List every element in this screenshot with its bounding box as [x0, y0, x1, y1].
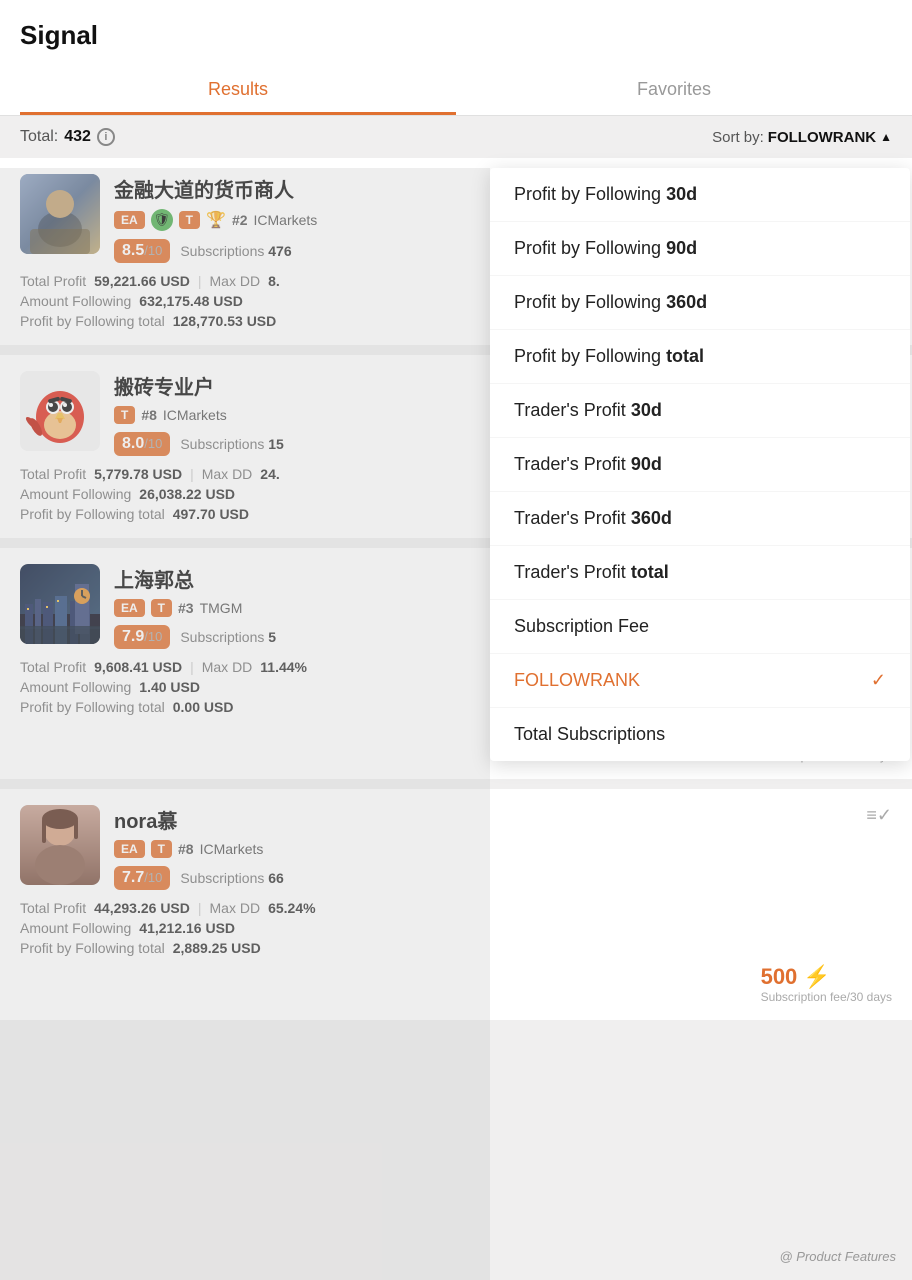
sort-dropdown: Profit by Following 30d Profit by Follow… [490, 168, 910, 761]
card-4-stat-pf: Profit by Following total 2,889.25 USD [20, 940, 892, 956]
price-amount-4: 500 ⚡ [761, 964, 892, 990]
total-display: Total: 432 i [20, 128, 115, 146]
badge-broker-3: TMGM [200, 600, 243, 616]
card-4-subscriptions: Subscriptions 66 [180, 870, 284, 886]
dropdown-profit-30d[interactable]: Profit by Following 30d [490, 168, 910, 222]
app-title: Signal [20, 20, 892, 67]
sort-label: Sort by: [712, 129, 764, 146]
watermark: @ Product Features [779, 1249, 896, 1264]
card-4-stat-following: Amount Following 41,212.16 USD [20, 920, 892, 936]
dropdown-trader-90d[interactable]: Trader's Profit 90d [490, 438, 910, 492]
card-1-subscriptions: Subscriptions 476 [180, 243, 291, 259]
badge-ea: EA [114, 211, 145, 229]
tab-bar: Results Favorites [20, 67, 892, 115]
card-3-score: 7.9/10 [114, 625, 170, 649]
dropdown-total-subscriptions[interactable]: Total Subscriptions [490, 708, 910, 761]
card-4-score-row: 7.7/10 Subscriptions 66 [114, 866, 892, 890]
sort-arrow-icon: ▲ [880, 130, 892, 144]
badge-ea-4: EA [114, 840, 145, 858]
dropdown-followrank[interactable]: FOLLOWRANK ✓ [490, 654, 910, 708]
badge-shield: 🛡 [151, 209, 173, 231]
tab-favorites[interactable]: Favorites [456, 67, 892, 115]
dropdown-profit-total[interactable]: Profit by Following total [490, 330, 910, 384]
card-4-header: nora慕 EA T #8 ICMarkets 7.7/10 Subscript… [20, 805, 892, 890]
badge-rank-4: #8 [178, 841, 194, 857]
card-3-avatar [20, 564, 100, 644]
total-count: 432 [64, 128, 91, 146]
card-3-subscriptions: Subscriptions 5 [180, 629, 276, 645]
tab-results[interactable]: Results [20, 67, 456, 115]
dropdown-subscription-fee[interactable]: Subscription Fee [490, 600, 910, 654]
info-icon[interactable]: i [97, 128, 115, 146]
card-2-subscriptions: Subscriptions 15 [180, 436, 284, 452]
sort-control[interactable]: Sort by: FOLLOWRANK ▲ [712, 129, 892, 146]
badge-broker: ICMarkets [254, 212, 318, 228]
card-4-stat-profit: Total Profit 44,293.26 USD | Max DD 65.2… [20, 900, 892, 916]
dropdown-trader-total[interactable]: Trader's Profit total [490, 546, 910, 600]
card-4-score: 7.7/10 [114, 866, 170, 890]
badge-t: T [179, 211, 200, 229]
badge-t-2: T [114, 406, 135, 424]
dropdown-trader-360d[interactable]: Trader's Profit 360d [490, 492, 910, 546]
total-label: Total: [20, 128, 58, 146]
badge-t-4: T [151, 840, 172, 858]
card-1-avatar [20, 174, 100, 254]
toolbar: Total: 432 i Sort by: FOLLOWRANK ▲ [0, 116, 912, 158]
dropdown-profit-90d[interactable]: Profit by Following 90d [490, 222, 910, 276]
dropdown-profit-360d[interactable]: Profit by Following 360d [490, 276, 910, 330]
badge-rank-2: #8 [141, 407, 157, 423]
card-4-badges: EA T #8 ICMarkets [114, 840, 892, 858]
card-4-stats: Total Profit 44,293.26 USD | Max DD 65.2… [20, 900, 892, 956]
dropdown-trader-30d[interactable]: Trader's Profit 30d [490, 384, 910, 438]
card-4: ≡✓ [0, 789, 912, 1020]
card-4-name: nora慕 [114, 805, 892, 834]
card-4-footer: 500 ⚡ Subscription fee/30 days [20, 964, 892, 1004]
price-sub-4: Subscription fee/30 days [761, 990, 892, 1004]
badge-rank: #2 [232, 212, 248, 228]
card-4-menu-icon[interactable]: ≡✓ [866, 805, 892, 826]
card-2-avatar [20, 371, 100, 451]
card-4-info: nora慕 EA T #8 ICMarkets 7.7/10 Subscript… [114, 805, 892, 890]
badge-ea-3: EA [114, 599, 145, 617]
badge-rank-3: #3 [178, 600, 194, 616]
check-icon: ✓ [871, 670, 886, 691]
card-4-avatar [20, 805, 100, 885]
header: Signal Results Favorites [0, 0, 912, 116]
badge-broker-4: ICMarkets [200, 841, 264, 857]
badge-t-3: T [151, 599, 172, 617]
badge-broker-2: ICMarkets [163, 407, 227, 423]
card-1-score: 8.5/10 [114, 239, 170, 263]
badge-trophy: 🏆 [206, 210, 226, 230]
sort-value: FOLLOWRANK [768, 129, 876, 146]
card-2-score: 8.0/10 [114, 432, 170, 456]
